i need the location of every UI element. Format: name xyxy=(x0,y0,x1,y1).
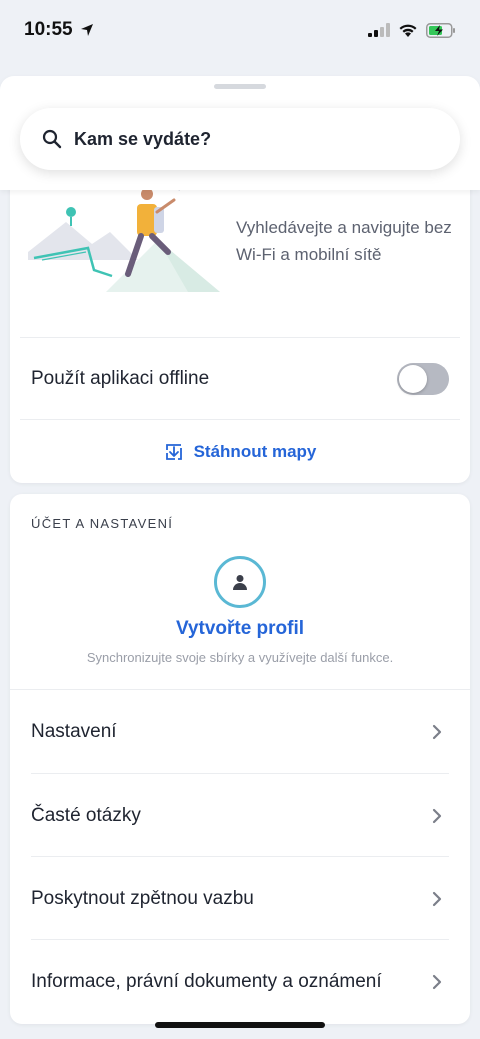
location-arrow-icon xyxy=(80,24,93,36)
create-profile-subtitle: Synchronizujte svoje sbírky a využívejte… xyxy=(86,650,394,665)
search-input[interactable]: Kam se vydáte? xyxy=(74,129,211,150)
battery-charging-icon xyxy=(426,22,455,38)
person-icon xyxy=(233,575,247,590)
toggle-knob xyxy=(399,365,427,393)
download-maps-button[interactable]: Stáhnout mapy xyxy=(10,420,470,483)
offline-toggle-row[interactable]: Použít aplikaci offline xyxy=(10,338,470,420)
chevron-right-icon xyxy=(432,808,442,823)
offline-illustration xyxy=(28,182,220,292)
create-profile-link[interactable]: Vytvořte profil xyxy=(10,618,470,640)
wifi-icon xyxy=(399,24,417,37)
offline-toggle-label: Použít aplikaci offline xyxy=(31,368,210,389)
offline-promo-text: Vyhledávejte a navigujte bez Wi-Fi a mob… xyxy=(236,218,452,264)
search-icon xyxy=(42,129,62,149)
offline-toggle[interactable] xyxy=(397,363,449,395)
chevron-right-icon xyxy=(432,724,442,739)
menu-item-label: Poskytnout zpětnou vazbu xyxy=(31,887,254,909)
chevron-right-icon xyxy=(432,891,442,906)
menu-item-label: Informace, právní dokumenty a oznámení xyxy=(31,970,382,992)
menu-item-faq[interactable]: Časté otázky xyxy=(10,774,470,857)
download-map-icon xyxy=(165,443,182,460)
menu-item-label: Nastavení xyxy=(31,720,117,742)
home-indicator[interactable] xyxy=(155,1022,325,1028)
download-maps-label: Stáhnout mapy xyxy=(193,441,317,461)
account-card: ÚČET A NASTAVENÍ Vytvořte profil Synchro… xyxy=(10,494,470,1024)
account-section-title: ÚČET A NASTAVENÍ xyxy=(31,516,174,531)
status-time: 10:55 xyxy=(24,19,73,40)
menu-item-feedback[interactable]: Poskytnout zpětnou vazbu xyxy=(10,857,470,940)
sheet-grabber[interactable] xyxy=(214,84,266,89)
menu-item-legal[interactable]: Informace, právní dokumenty a oznámení xyxy=(10,940,470,1023)
offline-card: Vyhledávejte a navigujte bez Wi-Fi a mob… xyxy=(10,170,470,483)
status-right xyxy=(368,22,456,38)
status-left: 10:55 xyxy=(24,19,95,41)
chevron-right-icon xyxy=(432,974,442,989)
search-sheet: Kam se vydáte? xyxy=(0,76,480,190)
status-bar: 10:55 xyxy=(0,0,480,60)
menu-item-settings[interactable]: Nastavení xyxy=(10,690,470,773)
menu-item-label: Časté otázky xyxy=(31,804,141,826)
avatar[interactable] xyxy=(214,556,266,608)
search-bar[interactable]: Kam se vydáte? xyxy=(20,108,460,170)
cellular-signal-icon xyxy=(368,23,390,37)
